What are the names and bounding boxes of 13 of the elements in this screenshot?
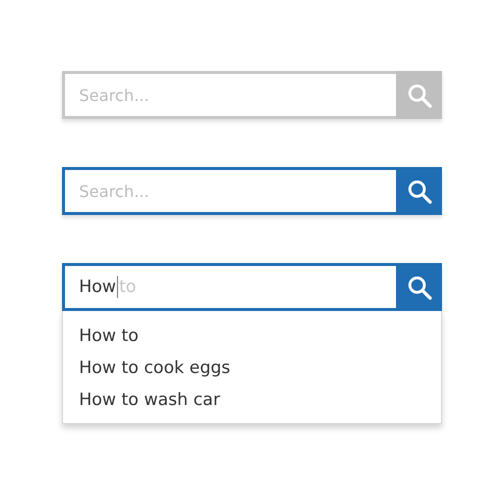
- search-field[interactable]: How to: [62, 263, 396, 311]
- search-icon: [406, 178, 432, 204]
- autocomplete-hint: to: [119, 277, 136, 297]
- search-icon: [406, 82, 432, 108]
- search-field[interactable]: Search...: [62, 71, 396, 119]
- suggestion-item[interactable]: How to: [63, 323, 441, 349]
- search-field[interactable]: Search...: [62, 167, 396, 215]
- text-cursor: [117, 276, 118, 298]
- search-button[interactable]: [396, 263, 442, 311]
- suggestion-item[interactable]: How to wash car: [63, 387, 441, 413]
- search-button[interactable]: [396, 167, 442, 215]
- search-icon: [406, 274, 432, 300]
- suggestion-item[interactable]: How to cook eggs: [63, 355, 441, 381]
